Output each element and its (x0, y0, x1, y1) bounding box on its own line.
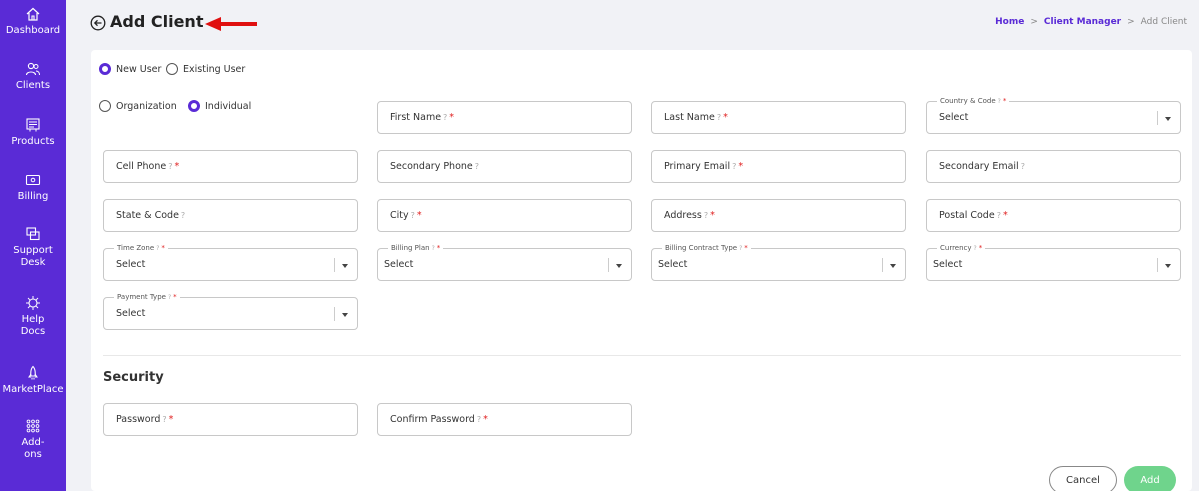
help-icon[interactable]: ? (998, 98, 1001, 105)
help-icon[interactable]: ? (162, 415, 166, 424)
users-icon (25, 61, 41, 77)
add-button[interactable]: Add (1124, 466, 1176, 491)
annotation-arrow-icon (205, 16, 257, 31)
sidebar-item-clients[interactable]: Clients (0, 61, 66, 92)
help-icon[interactable]: ? (168, 162, 172, 171)
help-docs-icon (25, 295, 41, 311)
sidebar: Dashboard Clients Products Billing Suppo… (0, 0, 66, 491)
breadcrumb: Home > Client Manager > Add Client (995, 17, 1187, 27)
sidebar-item-dashboard[interactable]: Dashboard (0, 6, 66, 37)
back-arrow-icon[interactable] (90, 15, 106, 31)
radio-button-checked[interactable] (99, 63, 111, 75)
chevron-down-icon[interactable] (342, 264, 348, 268)
help-icon[interactable]: ? (411, 211, 415, 220)
grid-icon (25, 418, 41, 434)
secondary-phone-input[interactable]: Secondary Phone? (377, 150, 632, 183)
state-code-input[interactable]: State & Code? (103, 199, 358, 232)
help-icon[interactable]: ? (477, 415, 481, 424)
page-title: Add Client (110, 12, 204, 31)
support-icon (25, 226, 41, 242)
radio-button[interactable] (99, 100, 111, 112)
address-input[interactable]: Address? * (651, 199, 906, 232)
radio-individual[interactable]: Individual (188, 100, 251, 112)
security-section-title: Security (103, 370, 164, 385)
country-code-select[interactable]: Country & Code? * Select (926, 96, 1181, 134)
help-icon[interactable]: ? (168, 294, 171, 301)
sidebar-item-label: Products (11, 136, 55, 147)
help-icon[interactable]: ? (432, 245, 435, 252)
primary-email-input[interactable]: Primary Email? * (651, 150, 906, 183)
help-icon[interactable]: ? (717, 113, 721, 122)
chevron-down-icon[interactable] (1165, 117, 1171, 121)
city-input[interactable]: City? * (377, 199, 632, 232)
radio-new-user[interactable]: New User (99, 63, 161, 75)
help-icon[interactable]: ? (1021, 162, 1025, 171)
sidebar-item-label: Add-ons (21, 437, 45, 460)
payment-type-select[interactable]: Payment Type? * Select (103, 292, 358, 330)
radio-organization[interactable]: Organization (99, 100, 177, 112)
sidebar-item-support-desk[interactable]: Support Desk (0, 226, 66, 269)
help-icon[interactable]: ? (739, 245, 742, 252)
help-icon[interactable]: ? (156, 245, 159, 252)
help-icon[interactable]: ? (181, 211, 185, 220)
radio-button-checked[interactable] (188, 100, 200, 112)
add-client-form: New User Existing User Organization Indi… (91, 50, 1192, 491)
last-name-input[interactable]: Last Name? * (651, 101, 906, 134)
breadcrumb-separator: > (1127, 17, 1135, 27)
divider (103, 355, 1181, 356)
help-icon[interactable]: ? (974, 245, 977, 252)
billing-icon (25, 172, 41, 188)
sidebar-item-label: Help Docs (20, 314, 46, 337)
cell-phone-input[interactable]: Cell Phone? * (103, 150, 358, 183)
billing-contract-type-select[interactable]: Billing Contract Type? * Select (651, 243, 906, 281)
breadcrumb-home[interactable]: Home (995, 17, 1024, 27)
sidebar-item-billing[interactable]: Billing (0, 172, 66, 203)
postal-code-input[interactable]: Postal Code? * (926, 199, 1181, 232)
sidebar-item-label: Dashboard (5, 25, 61, 36)
products-icon (25, 117, 41, 133)
radio-button[interactable] (166, 63, 178, 75)
secondary-email-input[interactable]: Secondary Email? (926, 150, 1181, 183)
chevron-down-icon[interactable] (890, 264, 896, 268)
sidebar-item-label: Clients (15, 80, 51, 91)
chevron-down-icon[interactable] (342, 313, 348, 317)
help-icon[interactable]: ? (704, 211, 708, 220)
chevron-down-icon[interactable] (1165, 264, 1171, 268)
confirm-password-input[interactable]: Confirm Password? * (377, 403, 632, 436)
first-name-input[interactable]: First Name? * (377, 101, 632, 134)
cancel-button[interactable]: Cancel (1049, 466, 1117, 491)
sidebar-item-add-ons[interactable]: Add-ons (0, 418, 66, 461)
chevron-down-icon[interactable] (616, 264, 622, 268)
billing-plan-select[interactable]: Billing Plan? * Select (377, 243, 632, 281)
rocket-icon (25, 365, 41, 381)
help-icon[interactable]: ? (475, 162, 479, 171)
sidebar-item-label: Support Desk (13, 245, 53, 268)
home-icon (25, 6, 41, 22)
radio-existing-user[interactable]: Existing User (166, 63, 245, 75)
help-icon[interactable]: ? (997, 211, 1001, 220)
sidebar-item-label: Billing (17, 191, 49, 202)
breadcrumb-current: Add Client (1140, 17, 1187, 27)
sidebar-item-label: MarketPlace (2, 384, 64, 395)
time-zone-select[interactable]: Time Zone? * Select (103, 243, 358, 281)
sidebar-item-products[interactable]: Products (0, 117, 66, 148)
sidebar-item-marketplace[interactable]: MarketPlace (0, 365, 66, 396)
password-input[interactable]: Password? * (103, 403, 358, 436)
help-icon[interactable]: ? (443, 113, 447, 122)
breadcrumb-client-manager[interactable]: Client Manager (1044, 17, 1121, 27)
sidebar-item-help-docs[interactable]: Help Docs (0, 295, 66, 338)
help-icon[interactable]: ? (732, 162, 736, 171)
currency-select[interactable]: Currency? * Select (926, 243, 1181, 281)
breadcrumb-separator: > (1030, 17, 1038, 27)
